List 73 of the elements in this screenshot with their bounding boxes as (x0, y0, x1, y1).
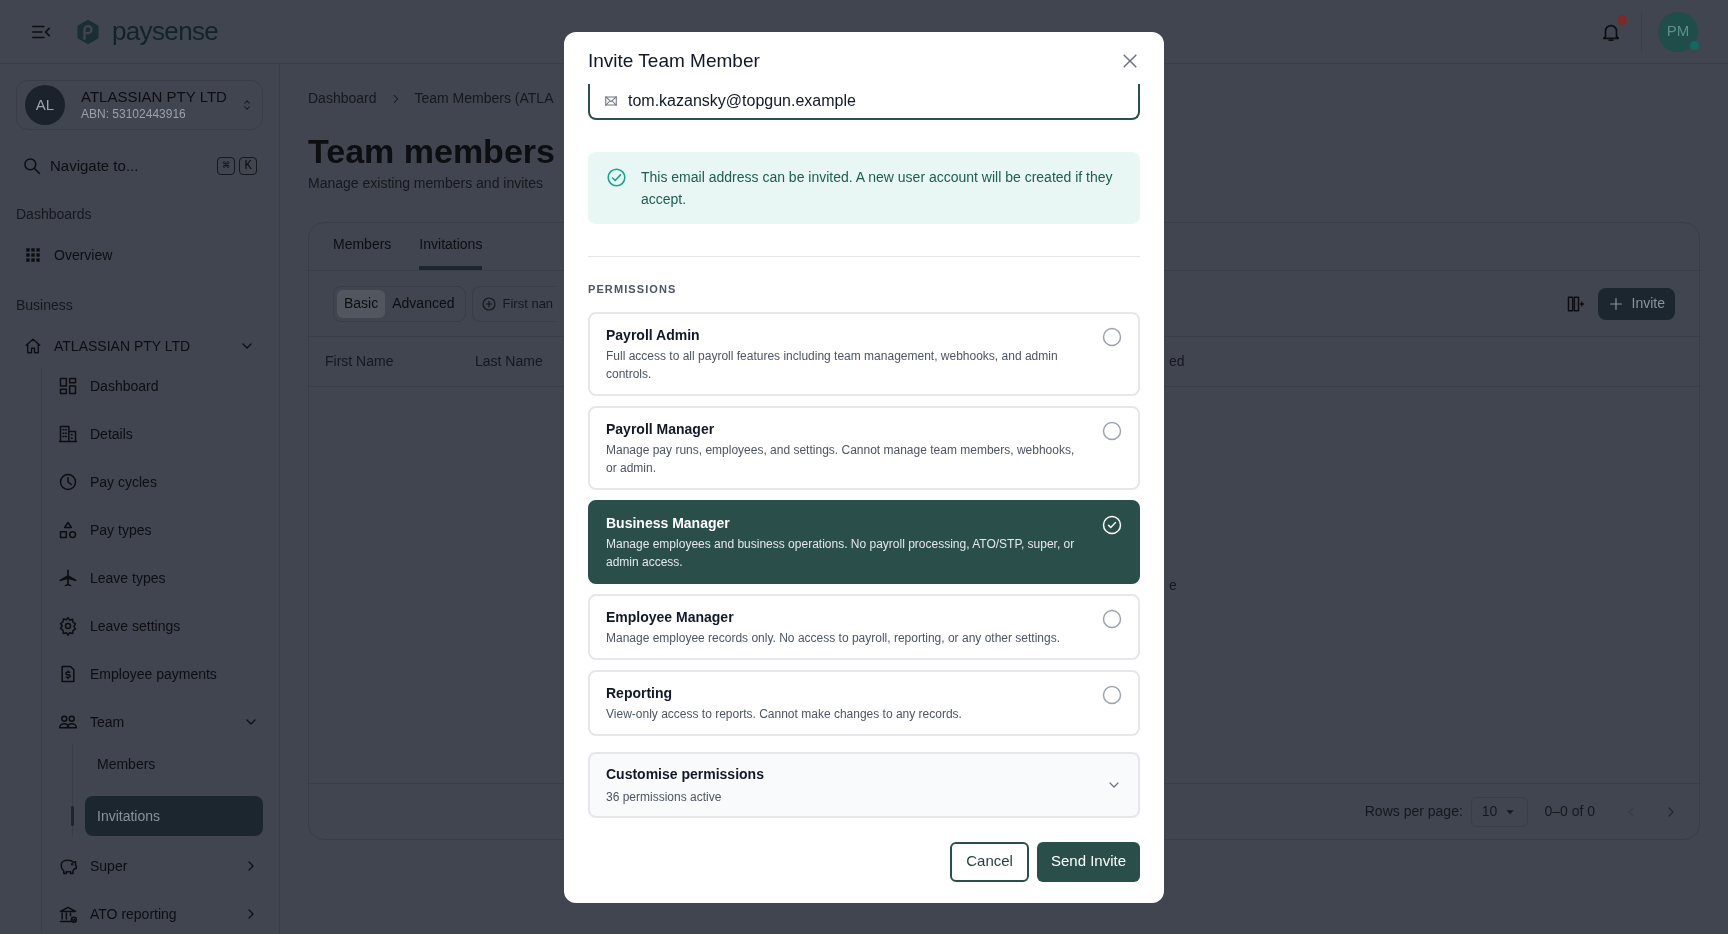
sidebar-item[interactable]: Leave settings (54, 608, 263, 644)
check-circle-icon (606, 167, 627, 188)
bank-icon (58, 904, 78, 924)
tab[interactable]: Invitations (419, 222, 483, 270)
user-avatar[interactable]: PM (1658, 11, 1698, 52)
radio-checked[interactable] (1102, 514, 1122, 535)
sidebar-item[interactable]: Pay types (54, 512, 263, 548)
option-title: Payroll Manager (606, 419, 716, 439)
option-title: Payroll Admin (606, 325, 701, 345)
organisation-name: ATLASSIAN PTY LTD (81, 87, 228, 106)
permission-option[interactable]: Employee Manager Manage employee records only. No access to payroll, reporting, or any other settings. (588, 593, 1140, 660)
sidebar-item[interactable]: ATLASSIAN PTY LTD (16, 328, 263, 364)
sidebar-item[interactable]: Overview (16, 237, 263, 273)
clock-icon (58, 472, 78, 492)
mail-icon (604, 94, 618, 108)
radio-button[interactable] (1102, 326, 1122, 347)
shortcut-key: K (239, 157, 257, 175)
permission-option[interactable]: Business Manager Manage employees and business operations. No payroll processing, ATO/STP, super, or admin access. (588, 499, 1140, 584)
grid-icon (24, 246, 42, 264)
sidebar-item[interactable]: Dashboard (54, 368, 263, 404)
radio-button[interactable] (1102, 420, 1122, 441)
option-title: Business Manager (606, 513, 731, 533)
shapes-icon (58, 520, 78, 540)
plus-icon (1607, 295, 1624, 312)
active-indicator (71, 806, 74, 826)
sidebar-item[interactable]: Employee payments (54, 656, 263, 692)
sidebar-item[interactable]: Team (54, 704, 263, 740)
option-description: Manage employee records only. No access to payroll, reporting, or any other settings. (606, 629, 1061, 647)
alert-message: This email address can be invited. A new user account will be created if they accept. (641, 168, 1114, 209)
permission-option[interactable]: Reporting View-only access to reports. Cannot make changes to any records. (588, 669, 1140, 736)
organisation-switcher[interactable]: AL ATLASSIAN PTY LTD ABN: 53102443916 (16, 80, 263, 130)
sidebar-item[interactable]: ATO reporting (54, 896, 263, 932)
customise-permissions-toggle[interactable]: Customise permissions 36 permissions active (588, 751, 1140, 818)
sidebar-item[interactable]: Leave types (54, 560, 263, 596)
people-icon (58, 712, 78, 732)
tab[interactable]: Members (333, 222, 392, 270)
option-description: Manage employees and business operations. No payroll processing, ATO/STP, super, or admin access. (606, 535, 1076, 571)
mode-option[interactable]: Basic (337, 289, 386, 318)
permission-option[interactable]: Payroll Admin Full access to all payroll features including team management, webhooks, and admin controls. (588, 311, 1140, 396)
piggy-bank-icon (58, 856, 78, 876)
option-description: Manage pay runs, employees, and settings. Cannot manage team members, webhooks, or admin. (606, 441, 1076, 477)
sidebar-subitem[interactable]: Invitations (85, 796, 263, 836)
navigate-search[interactable]: Navigate to... ⌘ K (16, 152, 263, 180)
radio-button[interactable] (1102, 608, 1122, 629)
permission-option[interactable]: Payroll Manager Manage pay runs, employees, and settings. Cannot manage team members, webhooks, or admin. (588, 405, 1140, 490)
option-description: Full access to all payroll features including team management, webhooks, and admin controls. (606, 347, 1059, 383)
search-icon (22, 156, 42, 176)
send-invite-button[interactable]: Send Invite (1036, 841, 1140, 882)
gear-icon (58, 616, 78, 636)
dollar-document-icon (58, 664, 78, 684)
dialog-title: Invite Team Member (588, 48, 761, 73)
option-title: Employee Manager (606, 607, 735, 627)
radio-button[interactable] (1102, 684, 1122, 705)
shortcut-key: ⌘ (217, 157, 235, 175)
sidebar-subitem[interactable]: Members (85, 744, 263, 784)
organisation-avatar: AL (25, 85, 65, 125)
invite-button[interactable]: Invite (1597, 287, 1675, 320)
sidebar-item[interactable]: Super (54, 848, 263, 884)
option-title: Reporting (606, 683, 674, 703)
mode-option[interactable]: Advanced (385, 289, 462, 318)
plus-circle-icon (480, 295, 497, 312)
cancel-button[interactable]: Cancel (950, 841, 1029, 882)
home-icon (24, 337, 42, 355)
organisation-abn: ABN: 53102443916 (81, 106, 187, 123)
option-description: View-only access to reports. Cannot make changes to any records. (606, 705, 963, 723)
sidebar-item[interactable]: Pay cycles (54, 464, 263, 500)
email-field[interactable]: tom.kazansky@topgun.example (588, 84, 1140, 120)
section-label: PERMISSIONS (588, 282, 678, 297)
page-title: Team members (308, 131, 555, 171)
building-icon (58, 424, 78, 444)
sidebar-item[interactable]: Details (54, 416, 263, 452)
plane-icon (58, 568, 78, 588)
dashboard-icon (58, 376, 78, 396)
